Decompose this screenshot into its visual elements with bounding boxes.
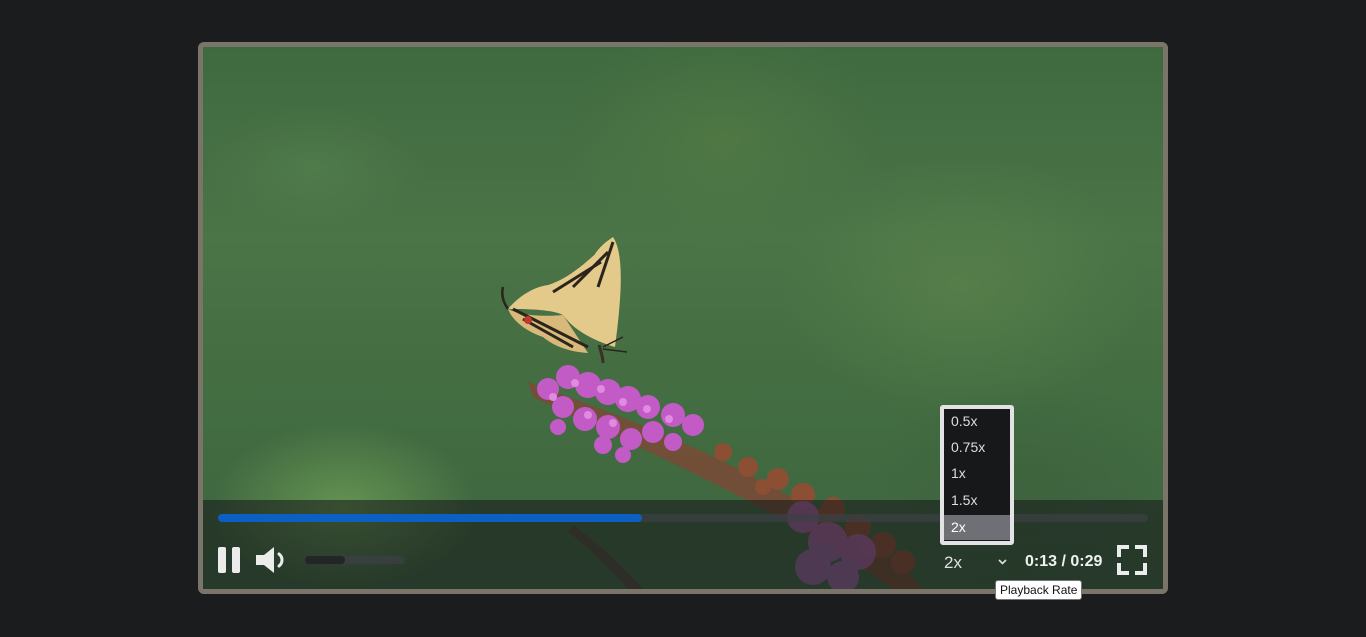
fullscreen-button[interactable] — [1116, 544, 1148, 576]
volume-slider[interactable] — [305, 556, 405, 564]
playback-rate-menu: 0.5x 0.75x 1x 1.5x 2x — [940, 405, 1014, 545]
rate-option-0.5x[interactable]: 0.5x — [944, 409, 1010, 434]
playback-rate-tooltip: Playback Rate — [995, 580, 1083, 600]
control-bar: 2x 0:13 / 0:29 — [203, 500, 1163, 589]
pause-button[interactable] — [217, 545, 243, 575]
rate-option-1x[interactable]: 1x — [944, 461, 1010, 486]
volume-level — [305, 556, 345, 564]
fullscreen-icon — [1117, 545, 1147, 575]
chevron-down-icon — [998, 559, 1007, 565]
pause-icon — [218, 547, 226, 573]
rate-option-2x[interactable]: 2x — [944, 515, 1010, 540]
time-separator: / — [1057, 553, 1071, 570]
rate-option-0.75x[interactable]: 0.75x — [944, 435, 1010, 460]
time-display: 0:13 / 0:29 — [1025, 550, 1102, 574]
pause-icon-bar — [232, 547, 240, 573]
playback-rate-select[interactable]: 2x — [942, 550, 1012, 574]
playback-rate-value: 2x — [944, 553, 962, 572]
video-player: 2x 0:13 / 0:29 — [198, 42, 1168, 594]
volume-icon — [256, 547, 284, 573]
duration: 0:29 — [1070, 553, 1103, 570]
progress-fill — [218, 514, 643, 522]
rate-option-1.5x[interactable]: 1.5x — [944, 488, 1010, 513]
volume-button[interactable] — [254, 544, 290, 576]
current-time: 0:13 — [1025, 553, 1058, 570]
